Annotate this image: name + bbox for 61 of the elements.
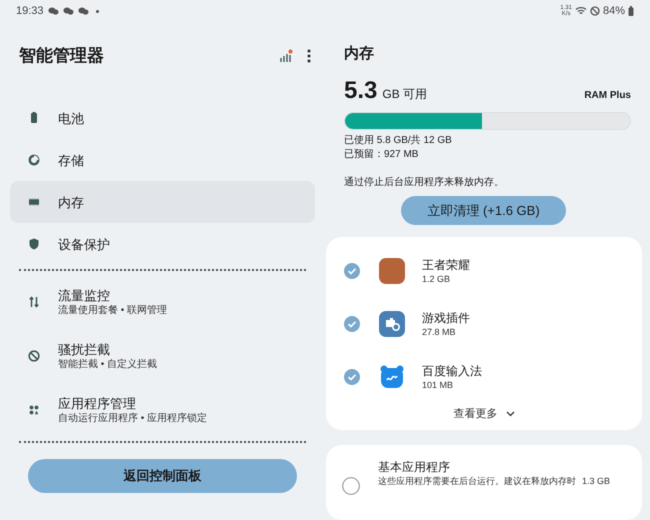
memory-reserved-text: 已预留：927 MB [344, 148, 420, 162]
app-size: 101 MB [422, 378, 454, 392]
status-time: 19:33 [16, 4, 44, 19]
app-name: 王者荣耀 [422, 256, 470, 273]
checkbox[interactable] [344, 316, 360, 332]
app-name: 百度输入法 [422, 362, 482, 379]
sidebar-item-label: 应用程序管理 [58, 394, 137, 412]
checkbox[interactable] [342, 477, 360, 496]
sidebar-item[interactable]: 电池 [10, 97, 315, 139]
sidebar-item-label: 电池 [58, 110, 84, 126]
available-memory-unit: GB 可用 [382, 86, 428, 104]
app-size: 1.2 GB [422, 272, 452, 286]
app-name: 游戏插件 [422, 310, 470, 326]
more-options-icon[interactable] [307, 49, 311, 63]
notification-dot-icon [96, 10, 99, 12]
sidebar-item-subtitle: 流量使用套餐 • 联网管理 [58, 304, 168, 318]
sidebar-item[interactable]: 存储 [10, 139, 315, 181]
see-more-button[interactable]: 查看更多 [454, 406, 514, 422]
checkbox[interactable] [344, 369, 360, 386]
sidebar-item-subtitle: 智能拦截 • 自定义拦截 [58, 358, 158, 372]
chat-bubbles-icon [48, 7, 59, 15]
app-grid-icon [27, 403, 41, 417]
block-icon [27, 349, 41, 363]
photo-placeholder [379, 258, 405, 284]
sidebar-item-label: 内存 [58, 194, 84, 210]
sidebar-item-label: 设备保护 [58, 236, 110, 252]
chat-bubbles-icon [62, 7, 74, 15]
sidebar-item[interactable]: 设备保护 [10, 223, 315, 265]
wifi-icon [574, 6, 587, 16]
app-title: 智能管理器 [19, 45, 104, 68]
sidebar-item-label: 流量监控 [58, 286, 111, 304]
ram-plus-link[interactable]: RAM Plus [584, 88, 631, 104]
sidebar-item-label: 存储 [58, 152, 84, 168]
do-not-disturb-icon [590, 6, 600, 16]
back-to-dashboard-button[interactable]: 返回控制面板 [28, 459, 297, 493]
up-down-arrows-icon [27, 295, 41, 309]
memory-used-text: 已使用 5.8 GB/共 12 GB [344, 134, 453, 148]
essential-apps-title: 基本应用程序 [378, 459, 451, 476]
puzzle-gear-icon [379, 311, 405, 338]
bear-face-icon [379, 364, 405, 390]
sidebar-item-label: 骚扰拦截 [58, 340, 111, 358]
checkbox[interactable] [344, 263, 360, 280]
app-size: 27.8 MB [422, 326, 457, 339]
sidebar-item[interactable]: 骚扰拦截 智能拦截 • 自定义拦截 [10, 329, 315, 383]
essential-apps-description: 这些应用程序需要在后台运行。建议在释放内存时 [378, 475, 576, 488]
clean-now-button[interactable]: 立即清理 (+1.6 GB) [401, 196, 566, 225]
essential-apps-size: 1.3 GB [582, 475, 610, 488]
memory-hint-text: 通过停止后台应用程序来释放内存。 [344, 176, 505, 190]
shield-icon [27, 237, 41, 251]
sidebar-item[interactable]: 流量监控 流量使用套餐 • 联网管理 [10, 275, 315, 329]
pie-chart-icon [27, 153, 41, 167]
battery-icon [628, 6, 634, 16]
sidebar-item[interactable]: 应用程序管理 自动运行应用程序 • 应用程序锁定 [10, 383, 315, 437]
chat-bubbles-icon [78, 7, 89, 15]
battery-percent: 84% [602, 4, 625, 19]
page-title: 内存 [344, 44, 374, 64]
sidebar-item-subtitle: 自动运行应用程序 • 应用程序锁定 [58, 412, 208, 426]
available-memory-value: 5.3 [344, 78, 378, 104]
sidebar-item[interactable]: 内存 [10, 181, 315, 223]
chevron-down-icon [506, 410, 514, 417]
signal-bars-icon[interactable] [279, 49, 293, 63]
